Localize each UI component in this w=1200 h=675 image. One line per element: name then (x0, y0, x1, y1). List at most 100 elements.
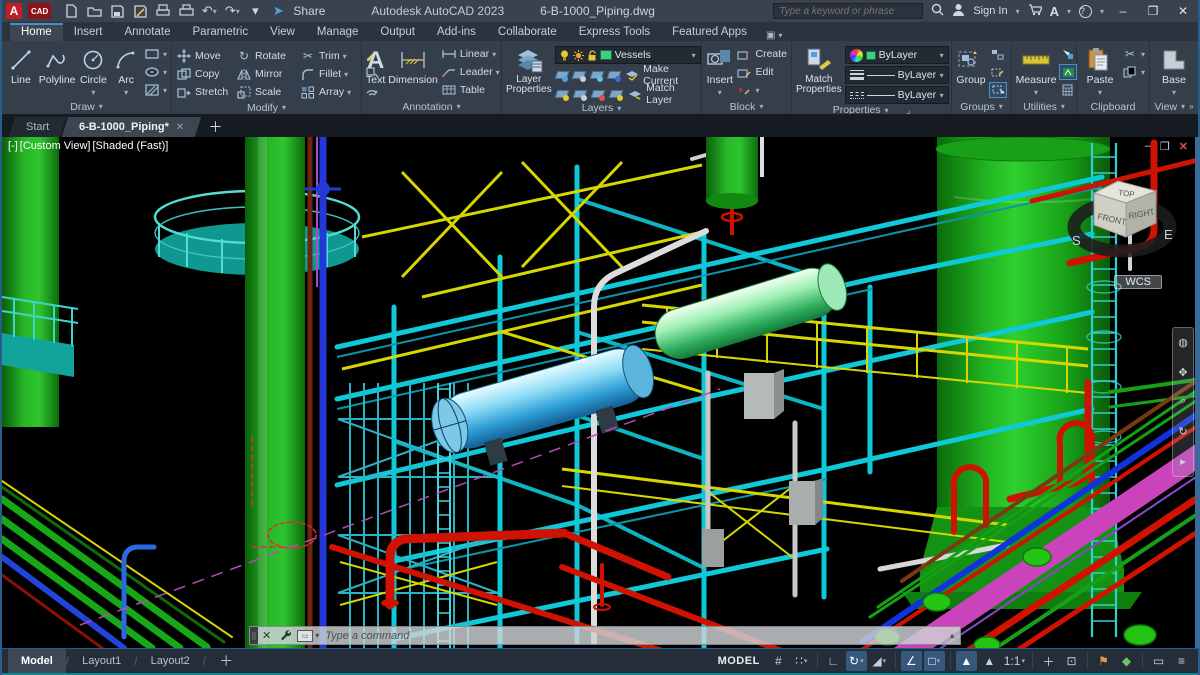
ortho-mode-toggle[interactable]: ∟ (823, 651, 844, 671)
viewport-visual-style-control[interactable]: [Shaded (Fast)] (92, 140, 170, 152)
command-line-grip[interactable]: ⣿ (250, 627, 258, 644)
save-as-button[interactable] (132, 3, 148, 19)
layout-tab-model[interactable]: Model (8, 649, 66, 673)
group-selection-toggle[interactable] (989, 82, 1007, 98)
object-color-combo[interactable]: ByLayer ▾ (844, 46, 949, 64)
paste-button[interactable]: Paste ▾ (1081, 44, 1119, 98)
array-button[interactable]: Array ▾ (300, 83, 362, 101)
rotate-button[interactable]: ↻ Rotate (236, 47, 298, 65)
layer-on-tool-icon[interactable] (554, 87, 569, 101)
cut-button[interactable]: ✂ ▾ (1122, 46, 1145, 62)
tab-express-tools[interactable]: Express Tools (568, 24, 661, 41)
tab-featured-apps[interactable]: Featured Apps (661, 24, 758, 41)
sign-in-button[interactable]: Sign In (973, 5, 1007, 17)
pan-icon[interactable]: ✥ (1178, 366, 1187, 379)
layer-isolate-tool-icon[interactable] (571, 68, 587, 82)
ellipse-button[interactable]: ▾ (144, 64, 167, 80)
undo-button[interactable]: ↶ ▾ (201, 3, 217, 19)
annotation-scale-button[interactable]: 1:1 ▾ (1002, 651, 1027, 671)
print-button[interactable] (178, 3, 194, 19)
tab-output[interactable]: Output (369, 24, 426, 41)
draw-panel-label[interactable]: Draw ▾ (2, 99, 171, 114)
isolate-objects-button[interactable]: ⊡ (1061, 651, 1082, 671)
command-line[interactable]: ⣿ ✕ ▭ ▾ Type a command ▲ (249, 626, 961, 645)
plot-button[interactable] (155, 3, 171, 19)
zoom-extents-icon[interactable]: ⌕ (1180, 395, 1186, 408)
undo-dropdown[interactable]: ▾ (213, 7, 217, 16)
new-drawing-tab-button[interactable]: ＋ (209, 117, 223, 137)
circle-button[interactable]: Circle ▾ (79, 44, 109, 98)
share-icon[interactable]: ➤ (270, 3, 286, 19)
base-view-button[interactable]: Base ▾ (1154, 44, 1194, 98)
layer-color-swatch[interactable] (599, 50, 612, 60)
selection-cycling-toggle[interactable]: ＋ (1038, 651, 1059, 671)
fillet-button[interactable]: Fillet ▾ (300, 65, 362, 83)
tab-annotate[interactable]: Annotate (113, 24, 181, 41)
layer-off-tool-icon[interactable] (554, 68, 569, 82)
layer-unlock-icon[interactable] (587, 47, 597, 63)
block-attributes-button[interactable]: ▾ (736, 82, 787, 98)
autocad-app-icon[interactable]: A (6, 3, 22, 19)
dimension-button[interactable]: Dimension (388, 44, 438, 86)
grid-display-toggle[interactable]: # (768, 651, 789, 671)
command-close-icon[interactable]: ✕ (258, 629, 275, 642)
command-input[interactable]: Type a command (325, 630, 409, 642)
tab-collaborate[interactable]: Collaborate (487, 24, 568, 41)
viewport-menu-control[interactable]: [-] (7, 140, 19, 152)
object-snap-toggle[interactable]: □ ▾ (923, 651, 945, 671)
full-navigation-wheel-icon[interactable]: ◍ (1178, 336, 1188, 349)
model-space-toggle[interactable]: MODEL (712, 651, 766, 671)
ribbon-display-toggle[interactable]: ▣ ▾ (766, 30, 782, 41)
redo-button[interactable]: ↷ ▾ (224, 3, 240, 19)
maximize-window-button[interactable]: ❒ (1142, 4, 1164, 18)
tab-parametric[interactable]: Parametric (182, 24, 260, 41)
viewport-scrollbar[interactable] (1195, 137, 1200, 648)
clean-screen-button[interactable]: ▭ (1148, 651, 1169, 671)
rectangle-button[interactable]: ▾ (144, 46, 167, 62)
linetype-combo[interactable]: ByLayer ▾ (844, 86, 949, 104)
help-icon[interactable]: ? (1078, 4, 1092, 18)
customization-menu-button[interactable]: ≡ (1171, 651, 1192, 671)
utilities-panel-label[interactable]: Utilities ▾ (1012, 99, 1076, 114)
tab-home[interactable]: Home (10, 23, 63, 41)
app-store-cart-icon[interactable] (1028, 3, 1043, 19)
layer-freeze-tool-icon[interactable] (589, 68, 604, 82)
open-file-button[interactable] (86, 3, 102, 19)
line-button[interactable]: Line (6, 44, 36, 86)
layout-tab-layout2[interactable]: Layout2 (138, 649, 203, 673)
table-button[interactable]: Table (441, 82, 500, 98)
autoscale-toggle[interactable]: ▲ (979, 651, 1000, 671)
polar-tracking-toggle[interactable]: ↻ ▾ (845, 651, 867, 671)
compass-east[interactable]: E (1164, 227, 1173, 242)
recent-commands-icon[interactable]: ▭ (297, 629, 314, 642)
quick-calculator-button[interactable] (1059, 64, 1077, 80)
ungroup-button[interactable] (989, 46, 1007, 62)
layer-lock-tool-icon[interactable] (606, 68, 622, 82)
layout-tab-layout1[interactable]: Layout1 (69, 649, 134, 673)
orbit-icon[interactable]: ↻ (1178, 425, 1187, 438)
block-panel-label[interactable]: Block ▾ (702, 99, 791, 114)
scale-button[interactable]: Scale (236, 83, 298, 101)
group-edit-button[interactable] (989, 64, 1007, 80)
command-history-expand-icon[interactable]: ▲ (948, 631, 960, 640)
minimize-window-button[interactable]: – (1112, 4, 1134, 18)
trim-button[interactable]: ✂ Trim ▾ (300, 47, 362, 65)
autodesk-dropdown[interactable]: ▾ (1067, 7, 1071, 16)
showmotion-icon[interactable]: ▸ (1180, 455, 1186, 468)
viewport-view-control[interactable]: [Custom View] (19, 140, 92, 152)
qat-customize-dropdown[interactable]: ▾ (247, 3, 263, 19)
groups-panel-label[interactable]: Groups ▾ (952, 99, 1011, 114)
search-icon[interactable] (931, 3, 944, 19)
linear-dimension-button[interactable]: Linear ▾ (441, 46, 500, 62)
annotation-panel-label[interactable]: Annotation ▾ (362, 99, 501, 114)
clipboard-panel-label[interactable]: Clipboard (1077, 99, 1149, 114)
create-block-button[interactable]: Create (736, 46, 787, 62)
tab-manage[interactable]: Manage (306, 24, 370, 41)
wcs-control[interactable]: WCS (1114, 275, 1162, 289)
copy-clip-button[interactable]: ▾ (1122, 64, 1145, 80)
view-panel-label[interactable]: View ▾» (1150, 99, 1198, 114)
layer-on-icon[interactable] (560, 47, 570, 63)
new-layout-button[interactable]: ＋ (206, 649, 246, 673)
copy-button[interactable]: Copy (176, 65, 234, 83)
redo-dropdown[interactable]: ▾ (236, 7, 240, 16)
